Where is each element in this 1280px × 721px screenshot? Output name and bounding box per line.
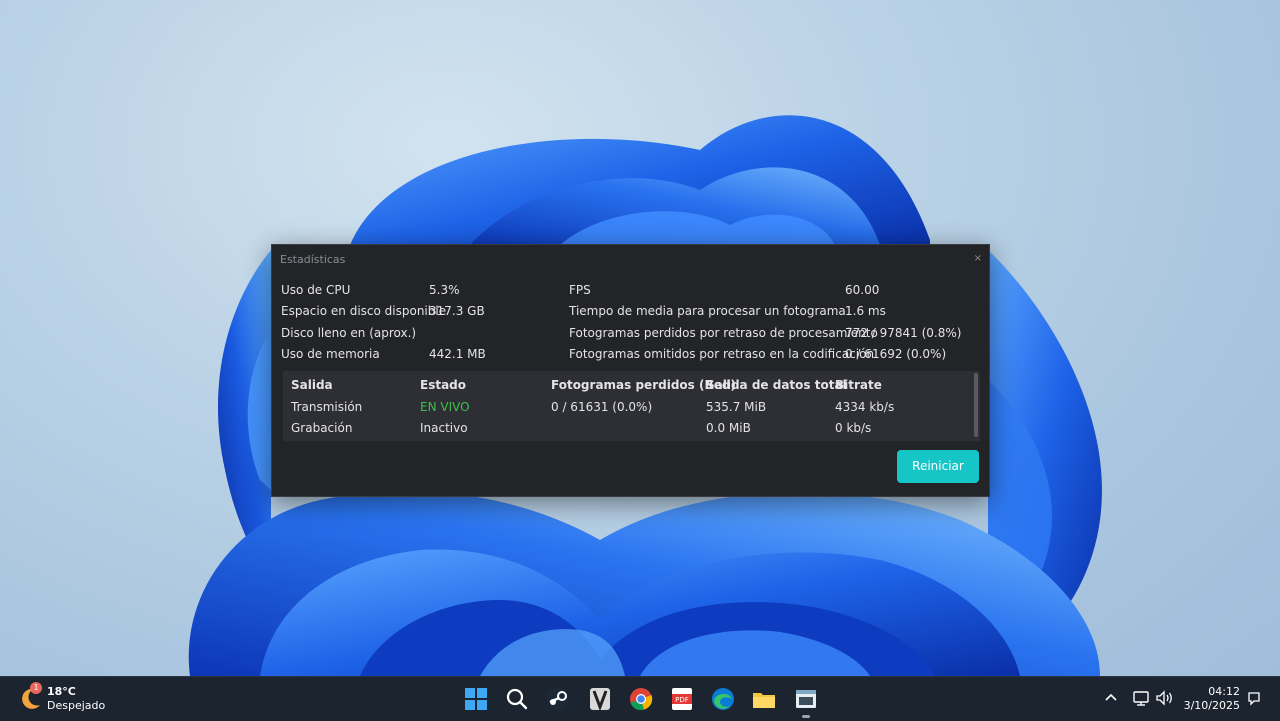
row-recording-data: 0.0 MiB	[706, 421, 751, 435]
weather-temperature: 18°C	[47, 685, 76, 698]
steam-icon[interactable]	[544, 685, 572, 713]
obs-stats-app-icon[interactable]	[792, 685, 820, 713]
pdf-app-icon[interactable]: PDF	[668, 685, 696, 713]
active-app-indicator	[802, 715, 810, 718]
render-time-value: 1.6 ms	[845, 304, 886, 318]
row-streaming-data: 535.7 MiB	[706, 400, 767, 414]
chevron-up-icon[interactable]	[1102, 689, 1120, 707]
clock-date: 3/10/2025	[1183, 699, 1240, 712]
reset-button[interactable]: Reiniciar	[897, 450, 979, 483]
fps-label: FPS	[569, 283, 591, 297]
windows-start-icon[interactable]	[462, 685, 490, 713]
render-time-label: Tiempo de media para procesar un fotogra…	[569, 304, 846, 318]
network-icon[interactable]	[1132, 689, 1152, 707]
svg-text:PDF: PDF	[675, 696, 689, 704]
volume-icon[interactable]	[1155, 689, 1175, 707]
column-header-bitrate: Bitrate	[835, 378, 882, 392]
row-streaming-status: EN VIVO	[420, 400, 470, 414]
cpu-usage-label: Uso de CPU	[281, 283, 351, 297]
encoding-lag-label: Fotogramas omitidos por retraso en la co…	[569, 347, 875, 361]
row-streaming-dropped: 0 / 61631 (0.0%)	[551, 400, 653, 414]
fps-value: 60.00	[845, 283, 880, 297]
disk-space-label: Espacio en disco disponible	[281, 304, 447, 318]
column-header-output: Salida	[291, 378, 333, 392]
render-lag-label: Fotogramas perdidos por retraso de proce…	[569, 326, 878, 340]
weather-widget[interactable]: 1 18°C Despejado	[14, 677, 114, 721]
cpu-usage-value: 5.3%	[429, 283, 460, 297]
row-recording-status: Inactivo	[420, 421, 468, 435]
disk-full-label: Disco lleno en (aprox.)	[281, 326, 417, 340]
memory-usage-value: 442.1 MB	[429, 347, 486, 361]
weather-condition: Despejado	[47, 699, 106, 712]
outputs-scrollbar[interactable]	[974, 373, 978, 437]
taskbar: 1 18°C Despejado PDF 04:12 3/10/2025	[0, 676, 1280, 721]
row-streaming-output: Transmisión	[291, 400, 363, 414]
disk-space-value: 317.3 GB	[429, 304, 485, 318]
dialog-title: Estadísticas	[280, 253, 346, 266]
search-icon[interactable]	[503, 685, 531, 713]
notifications-icon[interactable]	[1246, 690, 1262, 706]
row-recording-bitrate: 0 kb/s	[835, 421, 872, 435]
edge-icon[interactable]	[709, 685, 737, 713]
game-app-icon[interactable]	[586, 685, 614, 713]
taskbar-clock[interactable]: 04:12 3/10/2025	[1184, 685, 1240, 713]
outputs-table: Salida Estado Fotogramas perdidos (Red) …	[283, 371, 980, 441]
clock-time: 04:12	[1208, 685, 1240, 698]
encoding-lag-value: 0 / 61692 (0.0%)	[845, 347, 947, 361]
file-explorer-icon[interactable]	[750, 685, 778, 713]
column-header-status: Estado	[420, 378, 467, 392]
close-icon[interactable]: ×	[974, 254, 982, 264]
memory-usage-label: Uso de memoria	[281, 347, 380, 361]
row-recording-output: Grabación	[291, 421, 353, 435]
stats-dialog: Estadísticas × Uso de CPU 5.3% Espacio e…	[271, 244, 990, 497]
chrome-icon[interactable]	[627, 685, 655, 713]
weather-badge: 1	[30, 682, 42, 694]
column-header-total-data: Salida de datos total	[706, 378, 847, 392]
row-streaming-bitrate: 4334 kb/s	[835, 400, 895, 414]
render-lag-value: 772 / 97841 (0.8%)	[845, 326, 962, 340]
